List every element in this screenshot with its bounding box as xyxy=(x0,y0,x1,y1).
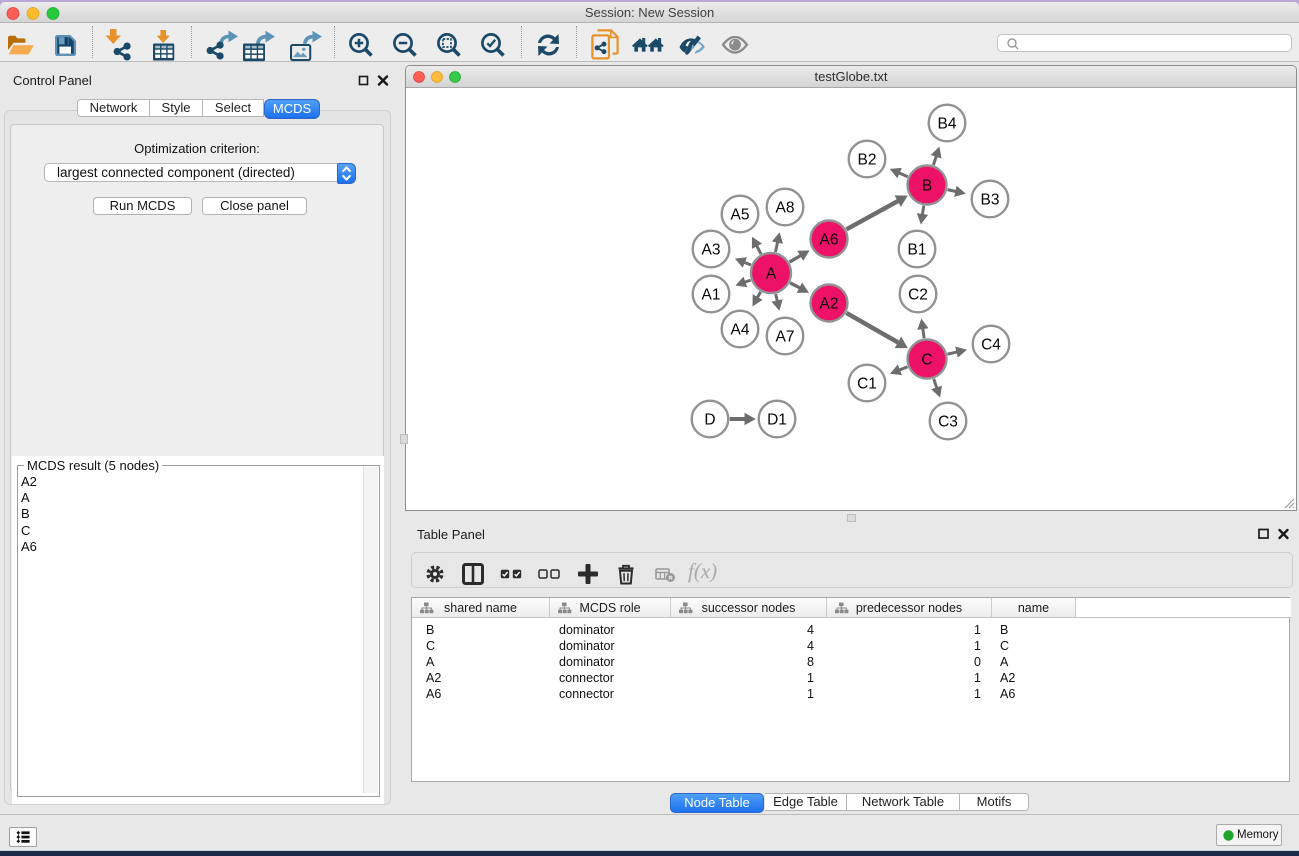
svg-text:A1: A1 xyxy=(702,286,721,303)
svg-text:B3: B3 xyxy=(981,191,1000,208)
svg-text:D1: D1 xyxy=(767,411,787,428)
svg-text:B: B xyxy=(922,177,932,194)
svg-text:A6: A6 xyxy=(820,231,839,248)
svg-text:C4: C4 xyxy=(981,336,1001,353)
svg-text:A7: A7 xyxy=(776,328,795,345)
svg-text:A5: A5 xyxy=(731,206,750,223)
svg-text:A2: A2 xyxy=(820,295,839,312)
svg-text:C2: C2 xyxy=(908,286,928,303)
svg-text:C3: C3 xyxy=(938,413,958,430)
svg-text:A8: A8 xyxy=(776,199,795,216)
svg-text:A: A xyxy=(766,265,777,282)
svg-text:D: D xyxy=(704,411,715,428)
svg-text:B4: B4 xyxy=(938,115,957,132)
svg-text:A4: A4 xyxy=(731,321,750,338)
svg-text:C1: C1 xyxy=(857,375,877,392)
svg-text:B2: B2 xyxy=(858,151,877,168)
svg-text:A3: A3 xyxy=(702,241,721,258)
svg-text:C: C xyxy=(921,351,932,368)
svg-text:B1: B1 xyxy=(908,241,927,258)
